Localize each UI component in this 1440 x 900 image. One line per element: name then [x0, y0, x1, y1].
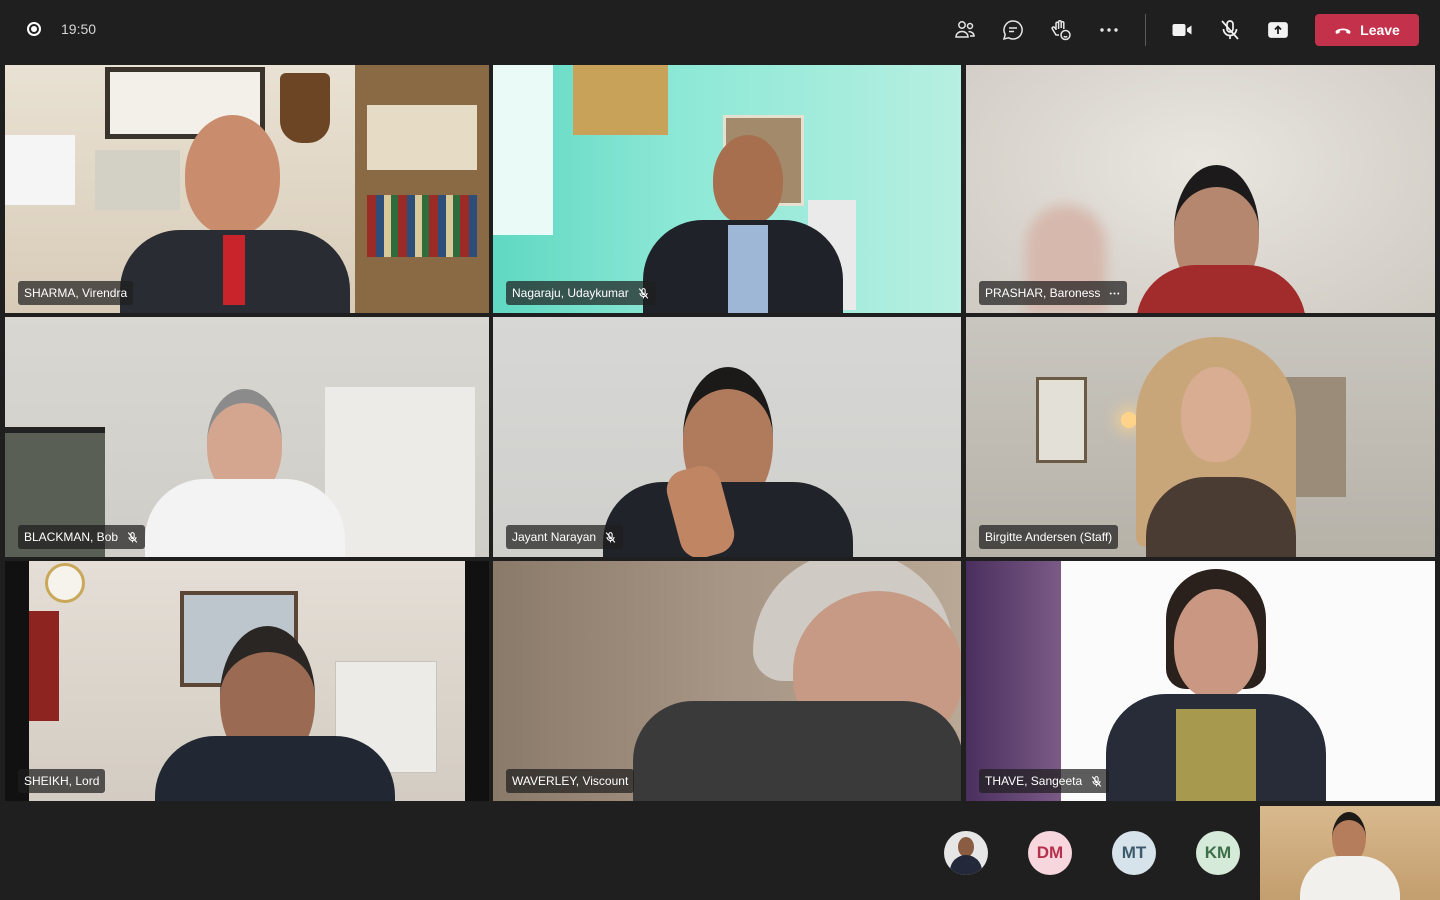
mic-off-icon: [638, 287, 648, 299]
participant-name: THAVE, Sangeeta: [985, 774, 1083, 788]
wall-panel: [325, 387, 475, 557]
participant-name: Jayant Narayan: [512, 530, 597, 544]
wall-object: [29, 611, 59, 721]
leave-button[interactable]: Leave: [1315, 14, 1419, 46]
participant-name: SHARMA, Virendra: [24, 286, 128, 300]
video-tile-5[interactable]: Jayant Narayan: [493, 317, 961, 557]
participant-name-tag: PRASHAR, Baroness: [979, 281, 1128, 305]
mic-off-icon: [1091, 775, 1102, 787]
video-tile-6[interactable]: Birgitte Andersen (Staff): [966, 317, 1435, 557]
window: [493, 65, 553, 235]
participant-name: Nagaraju, Udaykumar: [512, 286, 629, 300]
participant-name-tag: WAVERLEY, Viscount: [506, 769, 635, 793]
mic-off-icon[interactable]: [1217, 17, 1243, 43]
hang-up-icon: [1335, 28, 1351, 34]
video-tile-2[interactable]: Nagaraju, Udaykumar: [493, 65, 961, 313]
more-icon[interactable]: [1096, 17, 1122, 43]
people-icon[interactable]: [952, 17, 978, 43]
participant-name-tag: SHARMA, Virendra: [18, 281, 134, 305]
participant-name-tag: BLACKMAN, Bob: [18, 525, 146, 549]
raise-hand-icon[interactable]: [1048, 17, 1074, 43]
clock-icon: [45, 563, 85, 603]
call-timer: 19:50: [61, 21, 97, 37]
video-tile-4[interactable]: BLACKMAN, Bob: [5, 317, 489, 557]
more-options-icon[interactable]: [1108, 287, 1121, 300]
participant-name: BLACKMAN, Bob: [24, 530, 119, 544]
shelf: [573, 65, 668, 135]
meeting-toolbar: 19:50 Leave: [0, 0, 1440, 62]
avatar[interactable]: MT: [1112, 831, 1156, 875]
bookshelf: [355, 65, 489, 313]
toolbar-divider: [1145, 14, 1146, 46]
participant-name: Birgitte Andersen (Staff): [985, 530, 1113, 544]
curtain: [966, 561, 1061, 801]
poster: [5, 135, 75, 205]
avatar-initials: MT: [1121, 843, 1147, 862]
newspaper-clipping: [95, 150, 180, 210]
avatar-initials: DM: [1036, 843, 1064, 862]
plaque: [280, 73, 330, 143]
participant-name: SHEIKH, Lord: [24, 774, 100, 788]
video-tile-9[interactable]: THAVE, Sangeeta: [966, 561, 1435, 801]
participant-name-tag: Birgitte Andersen (Staff): [979, 525, 1119, 549]
leave-label: Leave: [1360, 22, 1400, 38]
participant-name-tag: Jayant Narayan: [506, 525, 624, 549]
camera-icon[interactable]: [1169, 17, 1195, 43]
mic-off-icon: [605, 531, 616, 543]
video-tile-7[interactable]: SHEIKH, Lord: [5, 561, 489, 801]
video-tile-8[interactable]: WAVERLEY, Viscount: [493, 561, 961, 801]
avatar[interactable]: KM: [1196, 831, 1240, 875]
avatar[interactable]: DM: [1028, 831, 1072, 875]
avatar-initials: KM: [1204, 843, 1232, 862]
self-view-video[interactable]: [1260, 806, 1440, 900]
lamp: [1121, 412, 1137, 428]
participant-name-tag: Nagaraju, Udaykumar: [506, 281, 656, 305]
avatar[interactable]: [944, 831, 988, 875]
video-tile-3[interactable]: PRASHAR, Baroness: [966, 65, 1435, 313]
video-tile-1[interactable]: SHARMA, Virendra: [5, 65, 489, 313]
recording-icon: [27, 22, 41, 36]
participant-name: PRASHAR, Baroness: [985, 286, 1101, 300]
wall-art: [1036, 377, 1087, 463]
participant-name-tag: THAVE, Sangeeta: [979, 769, 1110, 793]
participant-name-tag: SHEIKH, Lord: [18, 769, 106, 793]
share-screen-icon[interactable]: [1265, 17, 1291, 43]
mic-off-icon: [127, 531, 138, 543]
participant-name: WAVERLEY, Viscount: [512, 774, 629, 788]
chat-icon[interactable]: [1000, 17, 1026, 43]
